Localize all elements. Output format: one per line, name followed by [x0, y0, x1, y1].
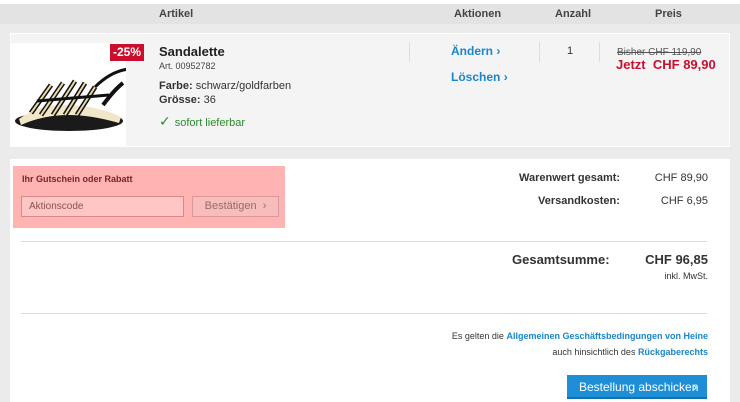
sandal-image [15, 67, 130, 131]
availability: ✓ sofort lieferbar [159, 113, 245, 130]
terms-line-2: auch hinsichtlich des Rückgaberechts [552, 347, 708, 357]
availability-text: sofort lieferbar [174, 117, 246, 129]
divider [599, 42, 600, 62]
header-price: Preis [655, 8, 682, 20]
chevron-right-icon: › [693, 380, 697, 394]
check-icon: ✓ [159, 113, 171, 129]
size-value: 36 [203, 94, 216, 106]
cart-item: -25% Sandalette Art. 00952782 Farbe: sch… [10, 33, 730, 147]
item-quantity: 1 [567, 45, 574, 57]
grand-total-label: Gesamtsumme: [512, 252, 610, 267]
terms-prefix: Es gelten die [451, 331, 504, 341]
coupon-confirm-button[interactable]: Bestätigen › [192, 196, 279, 217]
product-name[interactable]: Sandalette [159, 44, 225, 59]
new-price-value: CHF 89,90 [652, 57, 716, 72]
header-article: Artikel [159, 8, 194, 20]
delete-item-link[interactable]: Löschen › [451, 70, 508, 84]
submit-order-button[interactable]: Bestellung abschicken › [567, 375, 707, 399]
delete-link-label: Löschen [451, 70, 501, 84]
divider [21, 313, 707, 314]
grand-total-value: CHF 96,85 [645, 252, 708, 267]
submit-order-label: Bestellung abschicken [579, 380, 699, 394]
coupon-title: Ihr Gutschein oder Rabatt [22, 174, 133, 184]
divider [539, 42, 540, 62]
color-attribute: Farbe: schwarz/goldfarben [159, 80, 291, 92]
divider [21, 241, 707, 242]
shipping-value: CHF 6,95 [660, 195, 708, 207]
product-image[interactable] [11, 43, 130, 147]
cart-table-header: Artikel Aktionen Anzahl Preis [0, 0, 740, 24]
header-actions: Aktionen [454, 8, 502, 20]
chevron-right-icon: › [503, 70, 508, 84]
goods-total-value: CHF 89,90 [654, 172, 708, 184]
new-price-prefix: Jetzt [616, 57, 646, 72]
coupon-button-label: Bestätigen [204, 200, 257, 212]
coupon-code-input[interactable]: Aktionscode [21, 196, 184, 217]
shipping-label: Versandkosten: [538, 195, 620, 207]
coupon-box: Ihr Gutschein oder Rabatt Aktionscode Be… [13, 166, 285, 228]
new-price: Jetzt CHF 89,90 [616, 57, 716, 72]
terms-line-1: Es gelten die Allgemeinen Geschäftsbedin… [452, 331, 708, 341]
size-attribute: Grösse: 36 [159, 94, 216, 106]
header-quantity: Anzahl [555, 8, 592, 20]
checkout-panel: Ihr Gutschein oder Rabatt Aktionscode Be… [10, 159, 730, 402]
color-label: Farbe: [159, 80, 193, 92]
divider [409, 42, 410, 62]
color-value: schwarz/goldfarben [195, 80, 292, 92]
size-label: Grösse: [159, 94, 201, 106]
terms-link[interactable]: Allgemeinen Geschäftsbedingungen von Hei… [506, 331, 708, 341]
chevron-right-icon: › [496, 44, 501, 58]
return-policy-link[interactable]: Rückgaberechts [638, 347, 708, 357]
goods-total-label: Warenwert gesamt: [519, 172, 621, 184]
edit-link-label: Ändern [451, 44, 493, 58]
chevron-right-icon: › [262, 200, 267, 212]
return-policy-prefix: auch hinsichtlich des [552, 347, 636, 357]
discount-badge: -25% [110, 44, 144, 61]
article-number: Art. 00952782 [159, 61, 216, 71]
edit-item-link[interactable]: Ändern › [451, 44, 500, 58]
vat-note: inkl. MwSt. [664, 271, 708, 281]
